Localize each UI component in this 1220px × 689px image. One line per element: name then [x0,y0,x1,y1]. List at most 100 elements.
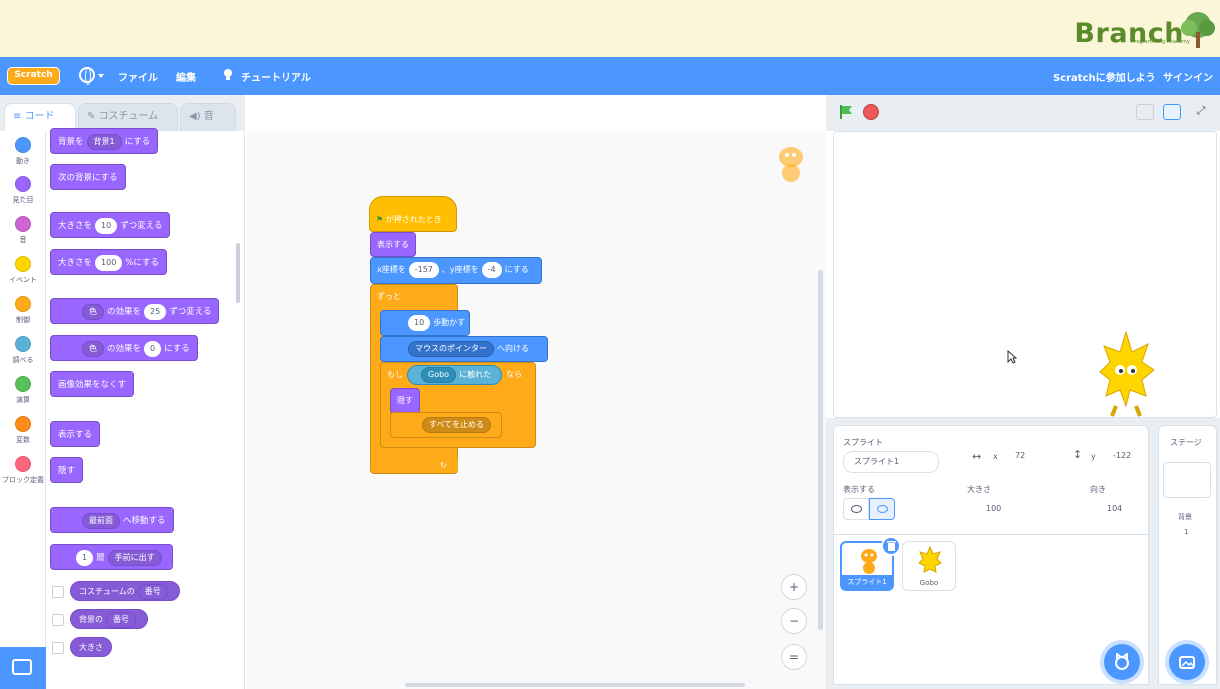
menu-file[interactable]: ファイル [118,69,158,84]
fullscreen-icon[interactable]: ⤢ [1192,104,1210,120]
show-block[interactable]: 表示する [370,232,416,257]
backdrop-dropdown[interactable]: 背景1 [86,133,122,150]
sprite-tile-gobo[interactable]: Gobo [902,541,956,591]
eye-icon [877,505,888,513]
y-input[interactable]: -4 [481,261,502,278]
layer-direction-dropdown[interactable]: 手前に出す [107,549,162,566]
block-set-effect[interactable]: 色の効果を 0 にする [50,335,198,361]
category-sound[interactable]: 音 [0,216,46,245]
steps-input[interactable]: 10 [408,314,431,331]
costume-number-dropdown[interactable]: 番号 [137,583,168,600]
menu-edit[interactable]: 編集 [176,69,196,84]
point-towards-block[interactable]: マウスのポインター へ向ける [380,336,548,362]
block-goto-layer[interactable]: 最前面 へ移動する [50,507,174,533]
brush-icon: ✎ [87,111,99,122]
touch-target-dropdown[interactable]: Gobo [421,366,457,383]
block-next-backdrop[interactable]: 次の背景にする [50,164,126,190]
normal-stage-icon[interactable] [1163,104,1181,120]
block-switch-backdrop[interactable]: 背景を 背景1 にする [50,128,159,154]
tab-sounds[interactable]: ◀) 音 [180,103,236,131]
block-change-size[interactable]: 大きさを 10 ずつ変える [50,212,171,238]
direction-field[interactable]: 104 [1090,498,1140,520]
palette-scrollbar[interactable] [236,243,240,303]
effect-dropdown[interactable]: 色 [82,303,104,320]
menu-tutorials[interactable]: チュートリアル [241,69,311,84]
add-sprite-button[interactable] [1104,644,1140,680]
block-hide[interactable]: 隠す [50,457,84,483]
reporter-costume-number[interactable]: コスチュームの 番号 [70,581,180,601]
speaker-icon: ◀) [189,111,204,122]
y-position-field[interactable]: -122 [1102,445,1146,467]
block-change-layer[interactable]: 1 層手前に出す [50,544,173,570]
move-steps-block[interactable]: 10 歩動かす [380,310,470,336]
block-show[interactable]: 表示する [50,421,101,447]
effect-dropdown[interactable]: 色 [82,340,104,357]
globe-icon[interactable] [79,67,95,85]
delete-sprite-button[interactable] [881,536,901,556]
scratch-logo[interactable]: Scratch [7,67,60,85]
reporter-backdrop-number[interactable]: 背景の 番号 [70,609,148,629]
tab-code[interactable]: ≡ コード [4,103,76,131]
layer-dropdown[interactable]: 最前面 [82,512,120,529]
code-vertical-scrollbar[interactable] [818,270,823,630]
category-control[interactable]: 制御 [0,296,46,325]
add-backdrop-button[interactable] [1169,644,1205,680]
layer-input[interactable]: 1 [76,549,94,566]
green-flag-icon[interactable] [838,104,854,120]
sprite-name-field[interactable]: スプライト1 [843,451,939,473]
category-my-blocks[interactable]: ブロック定義 [0,456,46,485]
size-monitor-checkbox[interactable] [52,642,64,654]
stage-canvas[interactable] [833,131,1217,418]
zoom-in-button[interactable]: + [781,574,807,600]
zoom-out-button[interactable]: − [781,608,807,634]
costume-monitor-checkbox[interactable] [52,586,64,598]
zoom-reset-button[interactable]: = [781,644,807,670]
x-input[interactable]: -157 [408,261,439,278]
category-dot [15,416,31,432]
hide-sprite-button[interactable] [843,498,869,520]
sprite-tile-name: スプライト1 [842,575,892,589]
show-label: 表示する [843,485,875,494]
lightbulb-icon [224,69,232,80]
goto-xy-block[interactable]: x座標を -157 、y座標を -4 にする [370,257,542,284]
tab-costumes[interactable]: ✎ コスチューム [78,103,178,131]
small-stage-icon[interactable] [1136,104,1154,120]
effect-set-input[interactable]: 0 [144,340,162,357]
add-extension-button[interactable] [0,647,46,689]
stop-icon[interactable] [863,104,879,120]
code-horizontal-scrollbar[interactable] [405,683,745,687]
category-looks[interactable]: 見た目 [0,176,46,205]
block-change-effect[interactable]: 色の効果を 25 ずつ変える [50,298,220,324]
backdrop-monitor-checkbox[interactable] [52,614,64,626]
touching-block[interactable]: Gobo に触れた [407,365,503,385]
stop-block[interactable]: すべてを止める [390,412,502,438]
block-clear-effects[interactable]: 画像効果をなくす [50,371,135,397]
reporter-size[interactable]: 大きさ [70,637,112,657]
top-banner: Branch Programming Academy [0,0,1220,57]
category-events[interactable]: イベント [0,256,46,285]
x-position-field[interactable]: 72 [1004,445,1060,467]
gobo-sprite-icon [918,546,942,573]
category-motion[interactable]: 動き [0,137,46,166]
effect-change-input[interactable]: 25 [144,303,167,320]
join-scratch-link[interactable]: Scratchに参加しよう [1053,69,1156,84]
when-flag-clicked-block[interactable]: ⚑ が押されたとき [369,196,457,232]
x-label: x [993,452,998,461]
show-sprite-button[interactable] [869,498,895,520]
stage-thumbnail[interactable] [1163,462,1211,498]
size-set-input[interactable]: 100 [95,254,123,271]
point-target-dropdown[interactable]: マウスのポインター [408,340,494,357]
stop-option-dropdown[interactable]: すべてを止める [422,416,491,433]
category-sensing[interactable]: 調べる [0,336,46,365]
signin-link[interactable]: サインイン [1163,69,1213,84]
size-field[interactable]: 100 [967,498,1023,520]
category-dot [15,176,31,192]
category-variables[interactable]: 変数 [0,416,46,445]
hide-block[interactable]: 隠す [390,388,420,414]
backdrop-number-dropdown[interactable]: 番号 [106,611,136,628]
size-change-input[interactable]: 10 [95,217,118,234]
code-area[interactable] [246,131,826,689]
category-operators[interactable]: 演算 [0,376,46,405]
gobo-sprite[interactable] [1098,330,1154,418]
block-set-size[interactable]: 大きさを 100 %にする [50,249,167,275]
